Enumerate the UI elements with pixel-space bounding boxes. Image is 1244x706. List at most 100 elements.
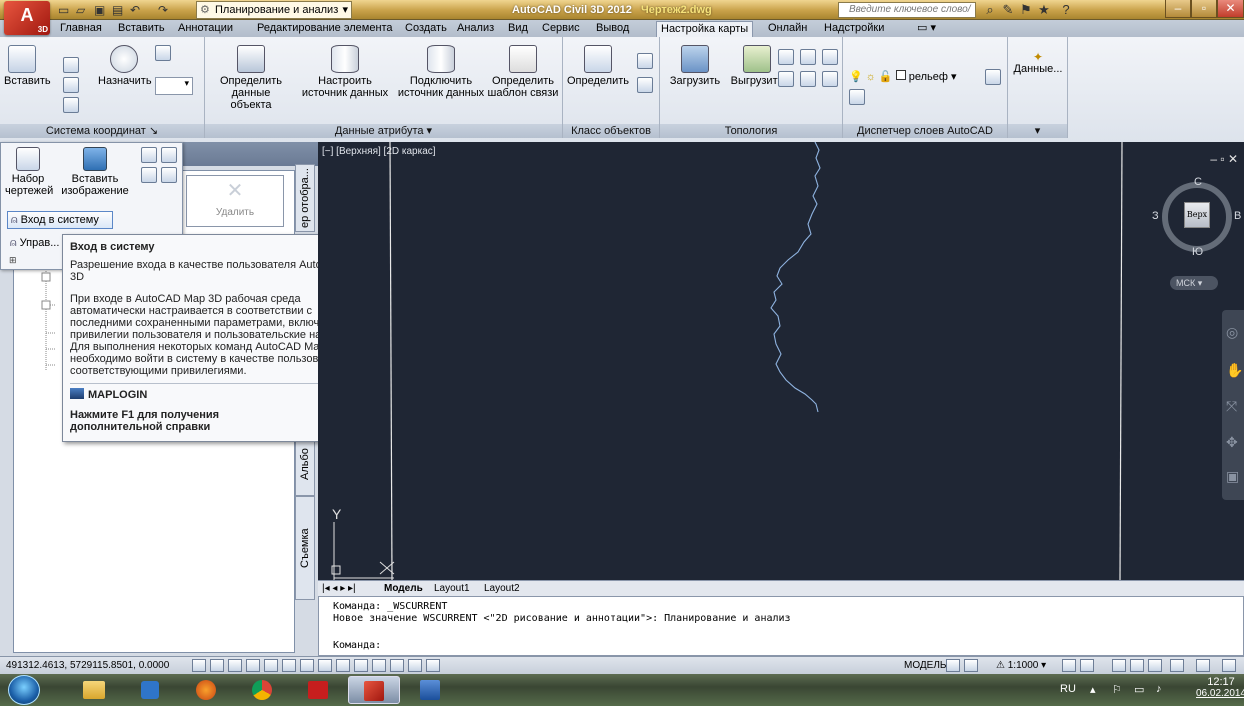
pin-icon[interactable]: ⊞ [9,255,17,266]
tab-feature-edit[interactable]: Редактирование элемента [257,20,393,37]
load-topology-button[interactable]: Загрузить [664,45,726,87]
tab-home[interactable]: Главная [60,20,102,37]
star-icon[interactable]: ★ [1036,2,1052,18]
annotation-scale[interactable]: ⚠ 1:1000 ▾ [996,657,1046,674]
hardware-accel-icon[interactable] [1170,659,1184,672]
start-button[interactable] [8,675,40,705]
clean-screen-icon[interactable] [1196,659,1210,672]
dyn-icon[interactable] [354,659,368,672]
orbit-icon[interactable]: ✥ [1226,434,1238,451]
import-icon[interactable] [161,167,177,183]
3dosnap-icon[interactable] [300,659,314,672]
showmotion-icon[interactable]: ▣ [1226,468,1239,485]
layer-properties-icon[interactable] [849,89,865,105]
minimize-button[interactable]: – [1165,0,1191,18]
tab-view[interactable]: Вид [508,20,528,37]
sc-icon[interactable] [426,659,440,672]
workspace-selector[interactable]: ⚙ Планирование и анализ ▾ [196,1,352,19]
annotation-visibility-icon[interactable] [1062,659,1076,672]
ducs-icon[interactable] [336,659,350,672]
clock[interactable]: 12:17 06.02.2014 [1196,676,1244,699]
search-input[interactable]: Введите ключевое слово/фразу [838,2,976,29]
pan-icon[interactable]: ✋ [1226,362,1243,379]
insert-coord-button[interactable]: Вставить [4,45,51,87]
layer-selector[interactable]: 💡 ☼ 🔓 рельеф ▾ [849,69,979,85]
class-edit-icon[interactable] [637,77,653,93]
report-icon[interactable] [161,147,177,163]
open-file-icon[interactable]: ▱ [76,2,85,18]
tpy-icon[interactable] [390,659,404,672]
tab-layout1[interactable]: Layout1 [434,581,470,596]
viewcube-east[interactable]: В [1234,210,1241,222]
zoom-icon[interactable]: ⤧ [1226,398,1237,415]
save-icon[interactable]: ▣ [94,2,105,18]
tab-addins[interactable]: Надстройки [824,20,884,37]
print-icon[interactable]: ▤ [112,2,123,18]
infer-constraints-icon[interactable] [192,659,206,672]
tab-output[interactable]: Вывод [596,20,629,37]
taskbar-acrobat-icon[interactable] [292,676,344,704]
tab-layout2[interactable]: Layout2 [484,581,520,596]
steering-wheel-icon[interactable]: ◎ [1226,324,1238,341]
topology-check-icon[interactable] [822,71,838,87]
workspace-switch-icon[interactable] [1112,659,1126,672]
lwt-icon[interactable] [372,659,386,672]
ucs-menu[interactable]: МСК ▾ [1170,276,1218,290]
taskbar-explorer-icon[interactable] [68,676,120,704]
coord-table-icon[interactable] [63,77,79,93]
quick-view-drawings-icon[interactable] [964,659,978,672]
tab-model[interactable]: Модель [384,581,423,596]
query-icon[interactable] [141,147,157,163]
command-line[interactable]: Команда: _WSCURRENT Новое значение WSCUR… [318,596,1244,656]
filter-icon[interactable] [63,57,79,73]
tab-online[interactable]: Онлайн [768,20,807,37]
model-space-toggle[interactable]: МОДЕЛЬ [904,657,946,674]
panel-title-data-expand[interactable]: ▾ [1008,124,1067,138]
tab-display-manager[interactable]: ер отобра... [295,164,315,232]
viewcube-west[interactable]: З [1152,210,1159,222]
coord-dropdown[interactable]: ▾ [155,77,193,95]
drawing-canvas[interactable]: [−] [Верхняя] [2D каркас] – ▫ ✕ Y С Ю З … [318,142,1244,580]
tab-create[interactable]: Создать [405,20,447,37]
redo-icon[interactable]: ↷ [158,2,168,18]
autoscale-icon[interactable] [1080,659,1094,672]
panel-title-coordinate-system[interactable]: Система координат ↘ [0,124,204,138]
export-icon[interactable] [141,167,157,183]
assign-coord-button[interactable]: Назначить [98,45,152,87]
define-link-template-button[interactable]: Определить шаблон связи [485,45,561,99]
network-icon[interactable]: ▭ [1134,683,1144,696]
viewcube-face[interactable]: Верх [1184,202,1210,228]
command-prompt[interactable]: Команда: [333,640,381,652]
tab-extra-icon[interactable]: ▭ ▾ [917,20,936,37]
tab-analyze[interactable]: Анализ [457,20,494,37]
tab-tools[interactable]: Сервис [542,20,580,37]
taskbar-chrome-icon[interactable] [236,676,288,704]
define-class-button[interactable]: Определить [567,45,629,87]
panel-title-attribute-data[interactable]: Данные атрибута ▾ [205,124,562,138]
taskbar-autocad-icon[interactable] [348,676,400,704]
class-add-icon[interactable] [637,53,653,69]
isolate-objects-icon[interactable] [1148,659,1162,672]
topology-network-icon[interactable] [800,49,816,65]
binoculars-icon[interactable]: ⌕ [982,2,998,18]
taskbar-firefox-icon[interactable] [180,676,232,704]
grid-icon[interactable] [228,659,242,672]
camera-icon[interactable] [155,45,171,61]
topology-edit-icon[interactable] [800,71,816,87]
insert-image-button[interactable]: Вставить изображение [57,147,133,197]
manage-users-button[interactable]: ⍝ Управ... [7,235,67,253]
layout-nav-arrows[interactable]: |◂ ◂ ▸ ▸| [322,581,356,596]
close-button[interactable]: ✕ [1217,0,1244,18]
layer-match-icon[interactable] [985,69,1001,85]
ortho-icon[interactable] [246,659,260,672]
new-file-icon[interactable]: ▭ [58,2,69,18]
show-hidden-icons[interactable]: ▴ [1090,683,1096,696]
snap-icon[interactable] [210,659,224,672]
subscription-icon[interactable]: ✎ [1000,2,1016,18]
exchange-icon[interactable]: ⚑ [1018,2,1034,18]
flag-icon[interactable]: ⚐ [1112,683,1122,696]
quick-view-layouts-icon[interactable] [946,659,960,672]
taskbar-media-icon[interactable] [124,676,176,704]
define-object-data-button[interactable]: Определить данные объекта [211,45,291,111]
topology-query-icon[interactable] [778,71,794,87]
